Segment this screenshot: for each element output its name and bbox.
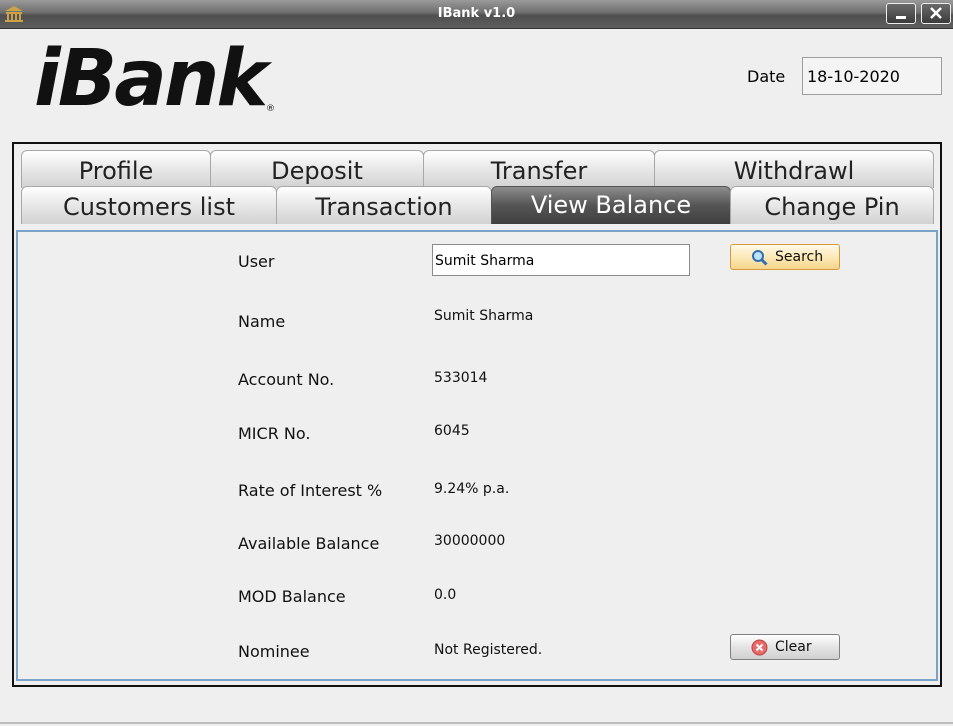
mod-balance-value: 0.0 xyxy=(434,587,457,603)
minimize-icon xyxy=(896,16,906,19)
name-value: Sumit Sharma xyxy=(434,308,534,324)
search-button-label: Search xyxy=(775,249,824,265)
logo-text: iBank xyxy=(34,34,268,124)
micr-no-label: MICR No. xyxy=(238,424,311,443)
date-label: Date xyxy=(747,67,786,86)
clear-button[interactable]: Clear xyxy=(730,634,840,660)
rate-of-interest-label: Rate of Interest % xyxy=(238,481,383,500)
clear-icon xyxy=(751,639,768,656)
search-button[interactable]: Search xyxy=(730,244,840,270)
tab-withdrawl[interactable]: Withdrawl xyxy=(654,150,934,188)
nominee-value: Not Registered. xyxy=(434,642,543,658)
tab-view-balance[interactable]: View Balance xyxy=(491,186,731,224)
clear-button-label: Clear xyxy=(775,639,812,655)
search-icon xyxy=(752,250,768,266)
tab-transaction[interactable]: Transaction xyxy=(276,186,492,224)
minimize-button[interactable] xyxy=(886,3,916,24)
tab-customers-list[interactable]: Customers list xyxy=(21,186,277,224)
window-title: IBank v1.0 xyxy=(437,6,516,21)
tab-deposit[interactable]: Deposit xyxy=(210,150,424,188)
name-label: Name xyxy=(238,312,286,331)
available-balance-value: 30000000 xyxy=(434,533,506,549)
date-field[interactable]: 18-10-2020 xyxy=(802,57,942,95)
registered-mark: ® xyxy=(266,104,275,114)
view-balance-panel: User Sumit Sharma Search Name Sumit Shar… xyxy=(16,230,938,681)
tab-profile[interactable]: Profile xyxy=(21,150,211,188)
user-label: User xyxy=(238,252,275,271)
tab-pane: Profile Deposit Transfer Withdrawl Custo… xyxy=(12,142,942,687)
user-input[interactable]: Sumit Sharma xyxy=(432,244,690,276)
ibank-logo: iBank ® xyxy=(34,34,275,124)
window-bottom-divider xyxy=(0,722,953,724)
nominee-label: Nominee xyxy=(238,642,310,661)
tab-change-pin[interactable]: Change Pin xyxy=(730,186,934,224)
close-icon xyxy=(930,7,942,19)
mod-balance-label: MOD Balance xyxy=(238,587,346,606)
account-no-value: 533014 xyxy=(434,370,488,386)
account-no-label: Account No. xyxy=(238,370,335,389)
title-bar: IBank v1.0 xyxy=(0,0,953,29)
available-balance-label: Available Balance xyxy=(238,534,380,553)
tab-transfer[interactable]: Transfer xyxy=(423,150,655,188)
rate-of-interest-value: 9.24% p.a. xyxy=(434,481,510,497)
close-button[interactable] xyxy=(921,3,951,24)
micr-no-value: 6045 xyxy=(434,423,470,439)
